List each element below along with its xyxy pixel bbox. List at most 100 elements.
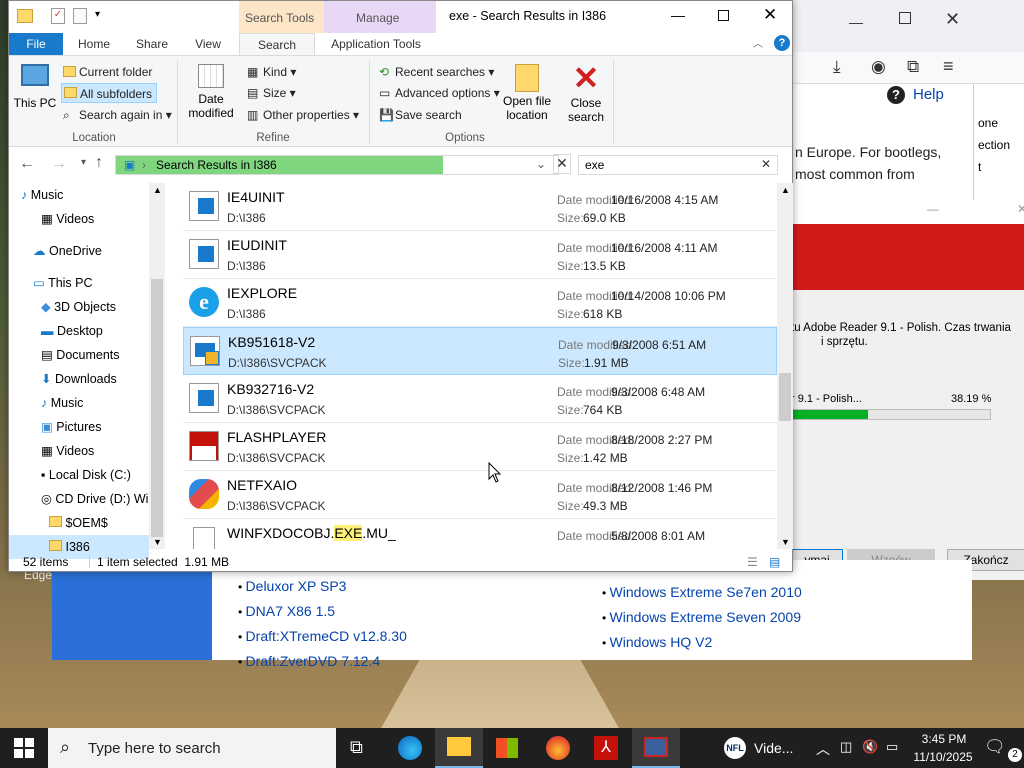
help-link[interactable]: Help [913, 86, 944, 103]
tab-application-tools[interactable]: Application Tools [324, 33, 428, 55]
account-icon[interactable]: ◉ [871, 57, 886, 77]
list-item[interactable]: • Windows HQ V2 [602, 630, 802, 655]
list-item[interactable]: • Draft:ZverDVD 7.12.4 [238, 649, 407, 674]
tab-home[interactable]: Home [69, 33, 119, 55]
nav-item-videos[interactable]: ▦ Videos [41, 207, 94, 231]
table-row[interactable]: FLASHPLAYER D:\I386\SVCPACK Date modified:… [183, 423, 777, 471]
network-icon[interactable]: ▭ [886, 739, 898, 755]
taskbar-installer[interactable] [632, 728, 680, 768]
link[interactable]: Windows HQ V2 [610, 634, 713, 650]
nav-item-desktop[interactable]: ▬ Desktop [41, 319, 103, 343]
tab-search[interactable]: Search [239, 33, 315, 55]
edge-icon[interactable] [398, 736, 422, 760]
tab-share[interactable]: Share [127, 33, 177, 55]
scroll-thumb[interactable] [779, 373, 791, 421]
acrobat-icon[interactable]: ⅄ [594, 736, 618, 760]
list-item[interactable]: • Windows Extreme Se7en 2010 [602, 580, 802, 605]
qat-dropdown-icon[interactable]: ▾ [95, 9, 100, 20]
close-icon[interactable]: ✕ [763, 5, 777, 25]
widget-label[interactable]: Vide... [754, 740, 793, 756]
nav-item-music[interactable]: ♪ Music [41, 391, 83, 415]
nav-item-documents[interactable]: ▤ Documents [41, 343, 120, 367]
link[interactable]: Windows Extreme Se7en 2010 [610, 584, 802, 600]
list-item[interactable]: • Windows Extreme Seven 2009 [602, 605, 802, 630]
chevron-up-icon[interactable]: ︿ [816, 739, 830, 759]
menu-icon[interactable]: ≡ [943, 56, 954, 77]
minimize-icon[interactable]: — [671, 7, 685, 23]
installer-window[interactable]: — ✕ tu Adobe Reader 9.1 - Polish. Czas t… [790, 200, 1024, 580]
nav-scrollbar[interactable]: ▲ ▼ [149, 183, 165, 549]
nav-item-videos[interactable]: ▦ Videos [41, 439, 94, 463]
nav-item-3d-objects[interactable]: ◆ 3D Objects [41, 295, 116, 319]
details-view-icon[interactable]: ☰ [747, 551, 758, 573]
browser-window[interactable]: — ✕ ⤓ ◉ ⧉ ≡ ? Help n Europe. For bootleg… [790, 0, 1024, 200]
nav-item-onedrive[interactable]: ☁ OneDrive [33, 239, 102, 263]
close-icon[interactable]: ✕ [1017, 202, 1024, 216]
windows-start-icon[interactable] [14, 738, 34, 758]
link[interactable]: Deluxor XP SP3 [246, 578, 347, 594]
list-item[interactable]: • Draft:XTremeCD v12.8.30 [238, 624, 407, 649]
download-icon[interactable]: ⤓ [833, 57, 841, 77]
nav-item-this-pc[interactable]: ▭ This PC [33, 271, 93, 295]
list-item[interactable]: • Deluxor XP SP3 [238, 574, 407, 599]
address-bar[interactable]: ▣ › Search Results in I386 ⌄ [115, 155, 559, 175]
link[interactable]: Windows Extreme Seven 2009 [610, 609, 801, 625]
help-icon[interactable]: ? [887, 86, 905, 104]
minimize-icon[interactable]: — [927, 202, 939, 216]
clock-date[interactable]: 11/10/2025 [910, 750, 976, 764]
news-widget-icon[interactable]: NFL [724, 737, 746, 759]
tiles-view-icon[interactable]: ▤ [769, 551, 780, 573]
taskbar-explorer[interactable] [435, 728, 483, 768]
close-icon[interactable]: ✕ [945, 9, 960, 30]
list-item[interactable]: • DNA7 X86 1.5 [238, 599, 407, 624]
stop-icon[interactable]: ✕ [553, 154, 571, 174]
other-properties-button[interactable]: ▥ Other properties ▾ [245, 105, 359, 125]
store-icon[interactable] [496, 736, 520, 760]
volume-muted-icon[interactable]: 🔇 [862, 739, 878, 755]
taskbar-search-box[interactable]: ⌕ Type here to search [48, 728, 336, 768]
table-row[interactable]: KB951618-V2 D:\I386\SVCPACK Date modified:… [183, 327, 777, 375]
file-explorer-window[interactable]: ✓ ▾ Search Tools Manage exe - Search Res… [8, 0, 793, 572]
table-row[interactable]: IE4UINIT D:\I386 Date modified: 10/16/2008 … [183, 183, 777, 231]
recent-searches-button[interactable]: ⟲ Recent searches ▾ [377, 62, 494, 82]
nav-item-pictures[interactable]: ▣ Pictures [41, 415, 101, 439]
link[interactable]: DNA7 X86 1.5 [246, 603, 336, 619]
advanced-options-button[interactable]: ▭ Advanced options ▾ [377, 83, 500, 103]
scroll-down-icon[interactable]: ▼ [781, 537, 790, 547]
clock-time[interactable]: 3:45 PM [918, 732, 970, 746]
minimize-icon[interactable]: — [849, 14, 863, 30]
camera-icon[interactable]: ◫ [840, 739, 852, 755]
extensions-icon[interactable]: ⧉ [907, 57, 919, 77]
search-again-button[interactable]: ⌕ Search again in ▾ [61, 105, 172, 125]
firefox-icon[interactable] [546, 736, 570, 760]
list-scrollbar[interactable]: ▲ ▼ [777, 183, 793, 549]
this-pc-button[interactable]: This PC [13, 60, 57, 128]
nav-item-cd-drive[interactable]: ◎ CD Drive (D:) Wi [41, 487, 148, 511]
link[interactable]: Draft:XTremeCD v12.8.30 [246, 628, 407, 644]
save-search-button[interactable]: 💾 Save search [377, 105, 462, 125]
table-row[interactable]: e IEXPLORE D:\I386 Date modified: 10/14/2008… [183, 279, 777, 327]
table-row[interactable]: IEUDINIT D:\I386 Date modified: 10/16/2008 … [183, 231, 777, 279]
nav-item-oem[interactable]: $OEM$ [49, 511, 108, 535]
nav-item-music[interactable]: ♪ Music [21, 183, 63, 207]
scroll-up-icon[interactable]: ▲ [153, 185, 162, 195]
forward-icon[interactable]: → [51, 155, 67, 173]
up-icon[interactable]: ↑ [95, 154, 103, 172]
open-file-location-button[interactable]: Open file location [499, 60, 555, 128]
search-input[interactable]: exe [585, 158, 604, 172]
clear-search-icon[interactable]: ✕ [761, 157, 771, 171]
scroll-up-icon[interactable]: ▲ [781, 185, 790, 195]
scroll-thumb[interactable] [151, 279, 163, 537]
close-search-button[interactable]: ✕ Close search [563, 60, 609, 128]
tab-file[interactable]: File [9, 33, 63, 55]
kind-button[interactable]: ▦ Kind ▾ [245, 62, 296, 82]
properties-icon[interactable]: ✓ [51, 8, 65, 24]
scroll-down-icon[interactable]: ▼ [153, 537, 162, 547]
maximize-icon[interactable] [899, 12, 911, 24]
task-view-icon[interactable]: ⧉ [350, 737, 363, 758]
nav-item-downloads[interactable]: ⬇ Downloads [41, 367, 117, 391]
search-box[interactable]: exe ✕ [578, 155, 778, 175]
table-row[interactable]: NETFXAIO D:\I386\SVCPACK Date modified: 8/1… [183, 471, 777, 519]
table-row[interactable]: KB932716-V2 D:\I386\SVCPACK Date modified:… [183, 375, 777, 423]
new-folder-icon[interactable] [73, 8, 87, 24]
